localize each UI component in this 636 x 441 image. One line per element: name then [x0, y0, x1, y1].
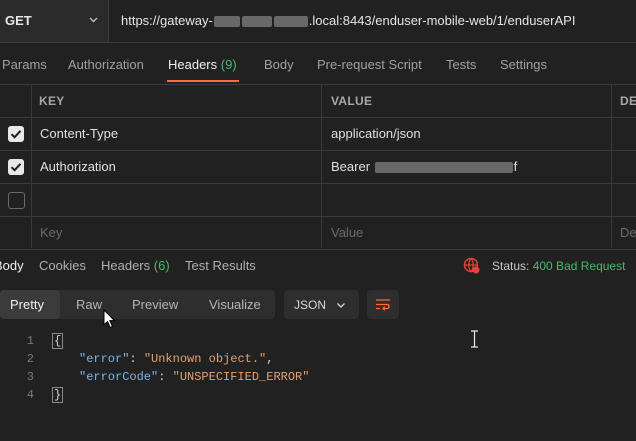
table-row [0, 184, 636, 217]
code-line: } [52, 387, 64, 403]
redacted-block [273, 16, 308, 28]
tab-settings[interactable]: Settings [500, 57, 547, 72]
method-label: GET [5, 13, 32, 28]
status-label: Status: [492, 259, 530, 273]
tab-headers-label: Headers [168, 57, 218, 72]
code-line: "errorCode": "UNSPECIFIED_ERROR" [79, 370, 310, 384]
value-placeholder[interactable]: Value [331, 225, 363, 240]
chevron-down-icon [337, 303, 345, 308]
header-value[interactable]: application/json [331, 126, 421, 141]
mouse-pointer-icon [103, 309, 116, 329]
json-key: "error" [79, 352, 130, 366]
format-pretty[interactable]: Pretty [10, 297, 44, 312]
tab-authorization[interactable]: Authorization [68, 57, 144, 72]
line-number: 1 [26, 334, 34, 348]
row-checkbox[interactable] [8, 126, 24, 142]
status-value: 400 Bad Request [532, 259, 626, 273]
tab-test-results[interactable]: Test Results [185, 258, 256, 273]
json-string: "UNSPECIFIED_ERROR" [172, 370, 310, 384]
response-status: Status: 400 Bad Request [492, 259, 625, 273]
active-tab-indicator [167, 80, 239, 82]
tab-headers[interactable]: Headers (9) [168, 57, 237, 72]
text-cursor-icon [471, 330, 478, 348]
table-header-row: KEY VALUE DE [0, 85, 636, 118]
header-value[interactable]: Bearer f [331, 159, 517, 174]
open-brace: { [52, 333, 64, 349]
table-row: Authorization Bearer f [0, 151, 636, 184]
key-placeholder[interactable]: Key [40, 225, 62, 240]
checkmark-icon [10, 163, 22, 172]
description-placeholder[interactable]: De [620, 225, 636, 240]
column-divider [611, 84, 612, 248]
column-key: KEY [39, 94, 65, 108]
tab-cookies[interactable]: Cookies [39, 258, 86, 273]
url-prefix: https://gateway- [121, 13, 213, 28]
tab-response-body[interactable]: Body [0, 258, 24, 273]
tab-headers-count: (9) [220, 57, 237, 72]
redacted-block [213, 16, 240, 28]
tab-pre-request-script[interactable]: Pre-request Script [317, 57, 422, 72]
tab-params[interactable]: Params [2, 57, 47, 72]
line-number: 4 [26, 388, 34, 402]
line-number: 2 [26, 352, 34, 366]
code-line: { [52, 333, 64, 349]
chevron-down-icon[interactable] [88, 14, 99, 25]
header-key[interactable]: Content-Type [40, 126, 118, 141]
tab-response-headers-count: (6) [153, 258, 170, 273]
globe-error-icon[interactable] [463, 257, 480, 274]
redacted-block [241, 16, 272, 28]
code-line: "error": "Unknown object.", [79, 352, 274, 366]
table-row: Content-Type application/json [0, 118, 636, 151]
redacted-block [374, 162, 513, 174]
format-visualize[interactable]: Visualize [209, 297, 261, 312]
row-checkbox[interactable] [8, 159, 24, 175]
url-input[interactable]: https://gateway- .local:8443/enduser-mobi… [121, 13, 575, 28]
row-checkbox[interactable] [8, 192, 25, 209]
close-brace: } [52, 387, 64, 403]
format-raw[interactable]: Raw [76, 297, 102, 312]
checkmark-icon [10, 130, 22, 139]
header-value-prefix: Bearer [331, 159, 374, 174]
wrap-lines-icon [376, 299, 390, 311]
tab-tests[interactable]: Tests [446, 57, 476, 72]
request-tabs: Params Authorization Headers (9) Body Pr… [0, 43, 636, 83]
column-divider [31, 84, 32, 248]
tab-response-headers[interactable]: Headers (6) [101, 258, 170, 273]
tab-response-headers-label: Headers [101, 258, 151, 273]
headers-table: KEY VALUE DE Content-Type application/js… [0, 84, 636, 250]
tab-body[interactable]: Body [264, 57, 294, 72]
format-preview[interactable]: Preview [132, 297, 178, 312]
column-divider [321, 84, 322, 248]
column-value: VALUE [331, 94, 373, 108]
json-key: "errorCode" [79, 370, 159, 384]
url-suffix: .local:8443/enduser-mobile-web/1/enduser… [308, 13, 576, 28]
table-row-new: Key Value De [0, 217, 636, 250]
json-string: "Unknown object." [143, 352, 267, 366]
header-key[interactable]: Authorization [40, 159, 116, 174]
line-number: 3 [26, 370, 34, 384]
language-label: JSON [294, 298, 327, 312]
column-description: DE [620, 94, 636, 108]
header-value-suffix: f [513, 159, 518, 174]
